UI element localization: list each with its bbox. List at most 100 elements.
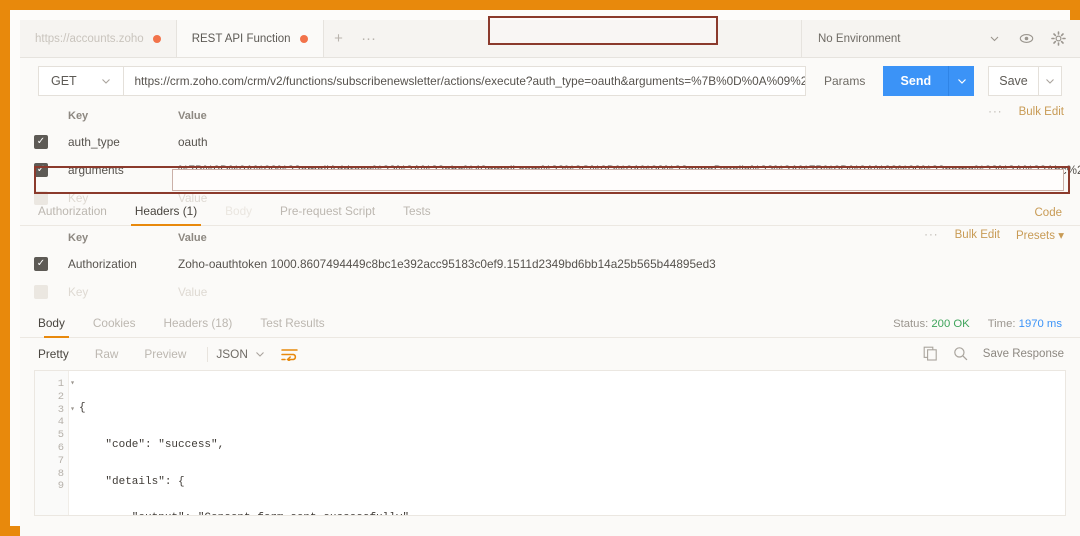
status-badge: 200 OK — [931, 318, 970, 330]
tab-pre-request-script[interactable]: Pre-request Script — [266, 204, 389, 225]
response-tools: Save Response — [923, 346, 1064, 361]
params-toggle-button[interactable]: Params — [806, 74, 883, 88]
new-tab-button[interactable]: + — [324, 20, 354, 57]
params-row-checkbox-cell: ✓ — [34, 163, 68, 177]
time-value: 1970 ms — [1018, 318, 1062, 330]
tab-overflow-menu-button[interactable]: ··· — [354, 20, 384, 57]
response-tab-headers[interactable]: Headers (18) — [150, 316, 247, 337]
fold-toggle-icon[interactable]: ▾ — [70, 404, 75, 417]
request-url-row: GET https://crm.zoho.com/crm/v2/function… — [20, 16, 1080, 104]
view-pretty-button[interactable]: Pretty — [34, 347, 82, 361]
line-number: 5 — [57, 429, 64, 442]
headers-header-key: Key — [68, 232, 89, 244]
time-label: Time: — [987, 318, 1016, 330]
headers-presets-label: Presets — [1016, 230, 1056, 242]
response-tab-cookies[interactable]: Cookies — [79, 316, 150, 337]
search-icon[interactable] — [953, 346, 968, 361]
checkbox-checked-icon[interactable]: ✓ — [34, 135, 48, 149]
params-row-checkbox-cell: ✓ — [34, 135, 68, 149]
toolbar-divider — [207, 346, 209, 362]
headers-placeholder-key: Key — [68, 285, 89, 299]
response-format-selector[interactable]: JSON — [216, 347, 264, 361]
headers-more-options-button[interactable]: ··· — [924, 229, 939, 241]
request-section-tabs: Authorization Headers (1) Body Pre-reque… — [20, 196, 1080, 226]
code-line: "output": "Consent form sent successfull… — [79, 512, 1065, 515]
line-number: 7 — [57, 454, 64, 467]
table-row[interactable]: ✓ arguments %7B%0D%0A%09%22emailAddress%… — [20, 156, 1080, 184]
view-preview-button[interactable]: Preview — [131, 347, 199, 361]
status-group: Status: 200 OK — [893, 318, 970, 330]
params-row-value[interactable]: %7B%0D%0A%09%22emailAddress%22%3A%22abc%… — [178, 163, 1080, 177]
response-body-viewer[interactable]: 1 ▾ 2 3 ▾ 4 5 6 7 8 9 { "code": "success",… — [34, 370, 1066, 516]
send-options-caret-icon[interactable] — [948, 66, 974, 96]
view-raw-button[interactable]: Raw — [82, 347, 132, 361]
postman-app: https://accounts.zoho REST API Function … — [20, 16, 1080, 536]
tab-tests[interactable]: Tests — [389, 204, 445, 225]
line-number: 6 — [57, 441, 64, 454]
params-bulk-edit-button[interactable]: Bulk Edit — [1019, 106, 1064, 118]
unsaved-indicator-dot — [152, 34, 161, 43]
headers-placeholder-value: Value — [178, 285, 208, 299]
environment-name: No Environment — [818, 32, 901, 45]
tab-headers[interactable]: Headers (1) — [121, 204, 211, 226]
headers-bulk-edit-button[interactable]: Bulk Edit — [955, 229, 1000, 241]
code-line: "details": { — [79, 475, 185, 488]
checkbox-checked-icon[interactable]: ✓ — [34, 257, 48, 271]
environment-selector[interactable]: No Environment — [801, 20, 1080, 57]
params-more-options-button[interactable]: ··· — [988, 106, 1003, 118]
save-response-button[interactable]: Save Response — [983, 348, 1064, 360]
params-row-value[interactable]: oauth — [178, 135, 1066, 149]
eye-icon[interactable] — [1010, 21, 1042, 57]
tab-authorization[interactable]: Authorization — [34, 204, 121, 225]
unsaved-indicator-dot — [299, 34, 308, 43]
gear-icon[interactable] — [1042, 21, 1074, 57]
table-row[interactable]: ✓ Authorization Zoho-oauthtoken 1000.860… — [20, 250, 1080, 278]
copy-icon[interactable] — [923, 346, 938, 361]
url-input[interactable]: https://crm.zoho.com/crm/v2/functions/su… — [123, 66, 806, 96]
headers-presets-button[interactable]: Presets ▾ — [1016, 228, 1064, 242]
chevron-down-icon — [255, 349, 265, 359]
send-button[interactable]: Send — [883, 66, 949, 96]
checkbox-checked-icon[interactable]: ✓ — [34, 163, 48, 177]
code-line: "code": "success", — [79, 438, 225, 451]
chevron-down-icon[interactable] — [978, 21, 1010, 57]
query-params-table: Key Value ··· Bulk Edit ✓ auth_type oaut… — [20, 104, 1080, 205]
line-number-gutter: 1 ▾ 2 3 ▾ 4 5 6 7 8 9 — [35, 371, 75, 515]
response-status-bar: Status: 200 OK Time: 1970 ms — [893, 318, 1062, 330]
code-link-button[interactable]: Code — [1035, 207, 1063, 219]
params-row-key[interactable]: auth_type — [68, 135, 178, 149]
response-tab-body[interactable]: Body — [34, 316, 79, 338]
request-tab-label: https://accounts.zoho — [35, 32, 144, 45]
table-row[interactable]: ✓ auth_type oauth — [20, 128, 1080, 156]
request-tab-rest-api-function[interactable]: REST API Function — [176, 20, 324, 57]
params-header-key: Key — [68, 110, 89, 122]
headers-row-value[interactable]: Zoho-oauthtoken 1000.8607494449c8bc1e392… — [178, 257, 1066, 271]
http-method-selector[interactable]: GET — [38, 66, 124, 96]
http-method-label: GET — [51, 74, 77, 88]
params-row-key[interactable]: arguments — [68, 163, 178, 177]
json-response-code[interactable]: { "code": "success", "details": { "outpu… — [69, 371, 1065, 515]
headers-placeholder-row[interactable]: Key Value — [20, 278, 1080, 306]
response-section-tabs: Body Cookies Headers (18) Test Results S… — [20, 306, 1080, 338]
status-label: Status: — [893, 318, 929, 330]
request-tab-accounts-zoho[interactable]: https://accounts.zoho — [20, 20, 177, 57]
word-wrap-icon[interactable] — [281, 348, 298, 361]
response-tab-test-results[interactable]: Test Results — [246, 316, 338, 337]
line-number: 4 — [57, 416, 64, 429]
fold-toggle-icon[interactable]: ▾ — [70, 378, 75, 391]
headers-row-checkbox-cell: ✓ — [34, 257, 68, 271]
headers-table: Key Value ··· Bulk Edit Presets ▾ ✓ Auth… — [20, 226, 1080, 306]
save-button[interactable]: Save — [987, 66, 1039, 96]
tabbar-spacer — [384, 20, 801, 57]
headers-placeholder-checkbox-cell — [34, 285, 68, 299]
chevron-down-icon: ▾ — [1058, 230, 1064, 242]
headers-row-key[interactable]: Authorization — [68, 257, 178, 271]
save-options-caret-icon[interactable] — [1038, 66, 1062, 96]
footer-ghost-text — [20, 516, 1080, 536]
response-view-toolbar: Pretty Raw Preview JSON Save Response — [20, 338, 1080, 370]
time-group: Time: 1970 ms — [988, 318, 1062, 330]
code-line: { — [79, 402, 86, 414]
tab-body[interactable]: Body — [211, 204, 266, 225]
checkbox-unchecked-icon[interactable] — [34, 285, 48, 299]
chevron-down-icon — [101, 76, 111, 86]
